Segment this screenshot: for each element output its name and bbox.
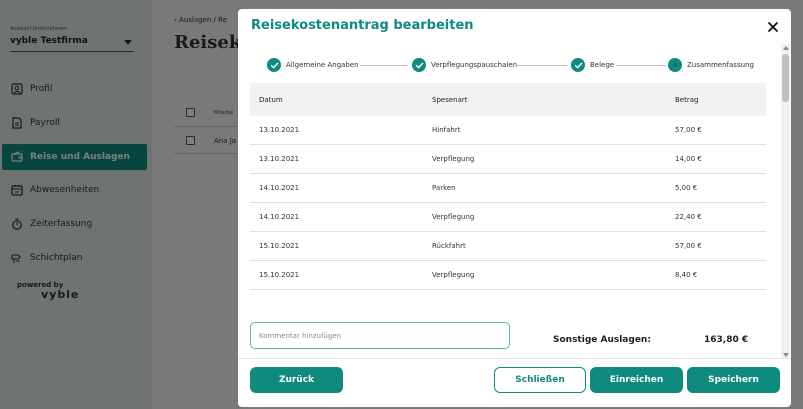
cell-expense-type: Hinfahrt [432, 126, 461, 134]
comment-input[interactable] [250, 322, 510, 349]
scrollbar-thumb[interactable] [782, 54, 789, 102]
cell-expense-type: Parken [432, 184, 456, 192]
step-belege[interactable]: Belege [571, 58, 614, 72]
table-row: 15.10.2021 Verpflegung 8,40 € [250, 261, 766, 290]
cell-expense-type: Verpflegung [432, 155, 475, 163]
table-row: 15.10.2021 Rückfahrt 57,00 € [250, 232, 766, 261]
column-header-datum: Datum [259, 95, 283, 104]
cell-amount: 14,00 € [675, 155, 702, 163]
cell-date: 13.10.2021 [259, 126, 300, 134]
step-number-badge: 4 [668, 58, 682, 72]
table-row: 13.10.2021 Verpflegung 14,00 € [250, 145, 766, 174]
step-allgemeine-angaben[interactable]: Allgemeine Angaben [267, 58, 359, 72]
column-header-spesenart: Spesenart [432, 95, 468, 104]
dialog-title: Reisekostenantrag bearbeiten [251, 18, 474, 33]
dialog-scrollbar[interactable] [781, 44, 790, 359]
close-button[interactable]: Schließen [494, 367, 586, 393]
submit-button[interactable]: Einreichen [590, 367, 683, 393]
other-expenses-total: 163,80 € [704, 335, 749, 345]
table-header: Datum Spesenart Betrag [250, 83, 766, 116]
step-label: Verpflegungspauschalen [431, 61, 518, 69]
cell-expense-type: Verpflegung [432, 213, 475, 221]
step-verpflegungspauschalen[interactable]: Verpflegungspauschalen [412, 58, 517, 72]
step-connector [517, 65, 567, 66]
other-expenses-label: Sonstige Auslagen: [553, 335, 651, 345]
cell-amount: 22,40 € [675, 213, 702, 221]
cell-date: 13.10.2021 [259, 155, 300, 163]
cell-expense-type: Verpflegung [432, 271, 475, 279]
step-connector [360, 65, 407, 66]
step-label: Belege [590, 61, 615, 69]
scroll-up-arrow-icon[interactable] [783, 46, 789, 50]
back-button[interactable]: Zurück [250, 367, 343, 393]
step-zusammenfassung[interactable]: 4 Zusammenfassung [668, 58, 754, 72]
expense-table: Datum Spesenart Betrag 13.10.2021 Hinfah… [250, 83, 766, 290]
footer-divider [238, 358, 791, 359]
step-connector [616, 65, 666, 66]
step-label: Zusammenfassung [687, 61, 754, 69]
edit-travel-expense-dialog: Reisekostenantrag bearbeiten Allgemeine … [238, 9, 791, 407]
table-row: 13.10.2021 Hinfahrt 57,00 € [250, 116, 766, 145]
progress-stepper: Allgemeine Angaben Verpflegungspauschale… [267, 58, 757, 72]
check-icon [412, 58, 426, 72]
save-button[interactable]: Speichern [687, 367, 780, 393]
table-row: 14.10.2021 Parken 5,00 € [250, 174, 766, 203]
step-number: 4 [673, 61, 677, 69]
cell-date: 14.10.2021 [259, 184, 300, 192]
table-row: 14.10.2021 Verpflegung 22,40 € [250, 203, 766, 232]
cell-date: 14.10.2021 [259, 213, 300, 221]
cell-date: 15.10.2021 [259, 271, 300, 279]
cell-expense-type: Rückfahrt [432, 242, 466, 250]
check-icon [571, 58, 585, 72]
cell-amount: 57,00 € [675, 242, 702, 250]
cell-amount: 5,00 € [675, 184, 698, 192]
cell-date: 15.10.2021 [259, 242, 300, 250]
cell-amount: 57,00 € [675, 126, 702, 134]
column-header-betrag: Betrag [675, 95, 699, 104]
cell-amount: 8,40 € [675, 271, 698, 279]
step-label: Allgemeine Angaben [286, 61, 359, 69]
close-icon[interactable] [765, 19, 781, 35]
scroll-down-arrow-icon[interactable] [783, 353, 789, 357]
check-icon [267, 58, 281, 72]
